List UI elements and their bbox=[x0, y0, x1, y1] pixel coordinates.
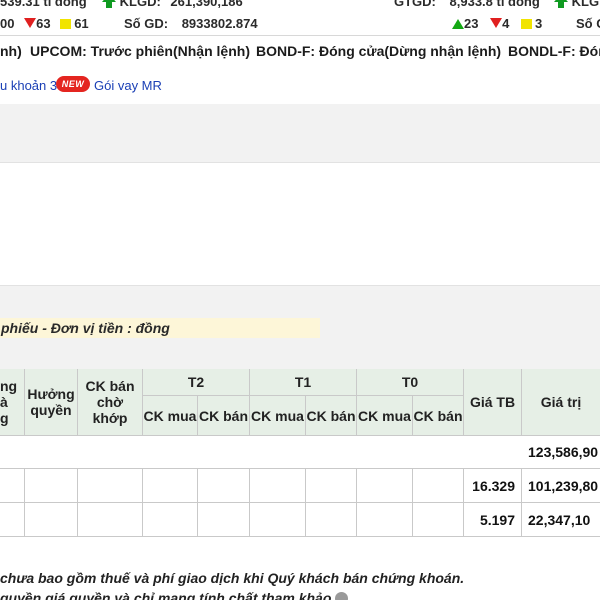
market-status-line: nh) UPCOM: Trước phiên(Nhận lệnh) BOND-F… bbox=[0, 38, 600, 64]
table-cell bbox=[306, 469, 357, 503]
ref-square-icon bbox=[520, 19, 532, 29]
loan-package-link[interactable]: Gói vay MR bbox=[94, 78, 162, 93]
col-header-avg-price: Giá TB bbox=[464, 369, 522, 436]
table-cell bbox=[78, 503, 143, 537]
portfolio-table: ng à g Hưởng quyền CK bán chờ khớp T2 T1… bbox=[0, 369, 600, 537]
table-cell bbox=[198, 469, 250, 503]
table-cell bbox=[143, 503, 198, 537]
table-cell bbox=[357, 503, 413, 537]
col-header-t0-sell: CK bán bbox=[413, 396, 464, 436]
note-line-1: chưa bao gồm thuế và phí giao dịch khi Q… bbox=[0, 570, 465, 586]
table-row-value: 101,239,80 bbox=[522, 469, 600, 503]
table-cell bbox=[25, 503, 78, 537]
blank-panel bbox=[0, 162, 600, 286]
ticker-right-counts: 23 4 3 bbox=[452, 16, 542, 31]
ticker-left-sogd: Số GD: 8933802.874 bbox=[124, 16, 258, 31]
table-cell bbox=[357, 469, 413, 503]
new-badge: NEW bbox=[56, 76, 90, 92]
note-line-2: quyền giá quyền và chỉ mang tính chất th… bbox=[0, 590, 600, 600]
col-header-t2-sell: CK bán bbox=[198, 396, 250, 436]
col-header-value: Giá trị bbox=[522, 369, 600, 436]
table-row-avg-price: 5.197 bbox=[464, 503, 522, 537]
table-cell bbox=[0, 503, 25, 537]
col-header-t1-sell: CK bán bbox=[306, 396, 357, 436]
market-up-icon bbox=[554, 0, 568, 8]
table-cell bbox=[413, 469, 464, 503]
portfolio-caption: phiếu - Đơn vị tiền : đồng bbox=[0, 318, 320, 338]
down-arrow-icon bbox=[24, 18, 37, 28]
table-row-avg-price: 16.329 bbox=[464, 469, 522, 503]
ticker-right-klg: KLG bbox=[554, 0, 599, 9]
table-cell bbox=[250, 503, 306, 537]
col-header-partial: ng à g bbox=[0, 369, 25, 436]
table-cell bbox=[198, 503, 250, 537]
table-cell bbox=[250, 469, 306, 503]
ticker-left-value: 539.31 tỉ đồng bbox=[0, 0, 87, 9]
content-band bbox=[0, 104, 600, 162]
ticker-left-klgd: KLGD: 261,390,186 bbox=[102, 0, 243, 9]
ref-square-icon bbox=[60, 19, 72, 29]
table-cell bbox=[25, 469, 78, 503]
market-ticker: 539.31 tỉ đồng KLGD: 261,390,186 00 63 6… bbox=[0, 0, 600, 36]
info-icon[interactable] bbox=[335, 592, 349, 600]
account-links: u khoản 3 NEW Gói vay MR bbox=[0, 74, 600, 98]
col-header-t2-buy: CK mua bbox=[143, 396, 198, 436]
table-cell bbox=[0, 469, 25, 503]
up-arrow-icon bbox=[452, 19, 464, 29]
status-item: nh) bbox=[0, 43, 22, 59]
status-upcom: UPCOM: Trước phiên(Nhận lệnh) bbox=[30, 43, 250, 59]
col-header-t1-buy: CK mua bbox=[250, 396, 306, 436]
col-header-t2: T2 bbox=[143, 369, 250, 396]
table-cell bbox=[413, 503, 464, 537]
col-header-t0-buy: CK mua bbox=[357, 396, 413, 436]
table-row-total-value: 123,586,90 bbox=[522, 436, 600, 469]
col-header-rights: Hưởng quyền bbox=[25, 369, 78, 436]
table-row-value: 22,347,10 bbox=[522, 503, 600, 537]
table-row-total-blank bbox=[0, 436, 522, 469]
ticker-left-counts: 00 63 61 bbox=[0, 16, 89, 31]
col-header-t1: T1 bbox=[250, 369, 357, 396]
col-header-t0: T0 bbox=[357, 369, 464, 396]
col-header-pending-sell: CK bán chờ khớp bbox=[78, 369, 143, 436]
ticker-right-sog: Số G bbox=[576, 16, 600, 31]
table-cell bbox=[143, 469, 198, 503]
account-link[interactable]: u khoản 3 bbox=[0, 78, 57, 93]
down-arrow-icon bbox=[490, 18, 503, 28]
market-up-icon bbox=[102, 0, 116, 8]
status-bond-f: BOND-F: Đóng cửa(Dừng nhận lệnh) bbox=[256, 43, 502, 59]
status-bondl-f: BONDL-F: Đón bbox=[508, 43, 600, 59]
ticker-right-gtgd: GTGD: 8,933.8 tỉ đồng bbox=[394, 0, 540, 9]
table-cell bbox=[78, 469, 143, 503]
table-cell bbox=[306, 503, 357, 537]
